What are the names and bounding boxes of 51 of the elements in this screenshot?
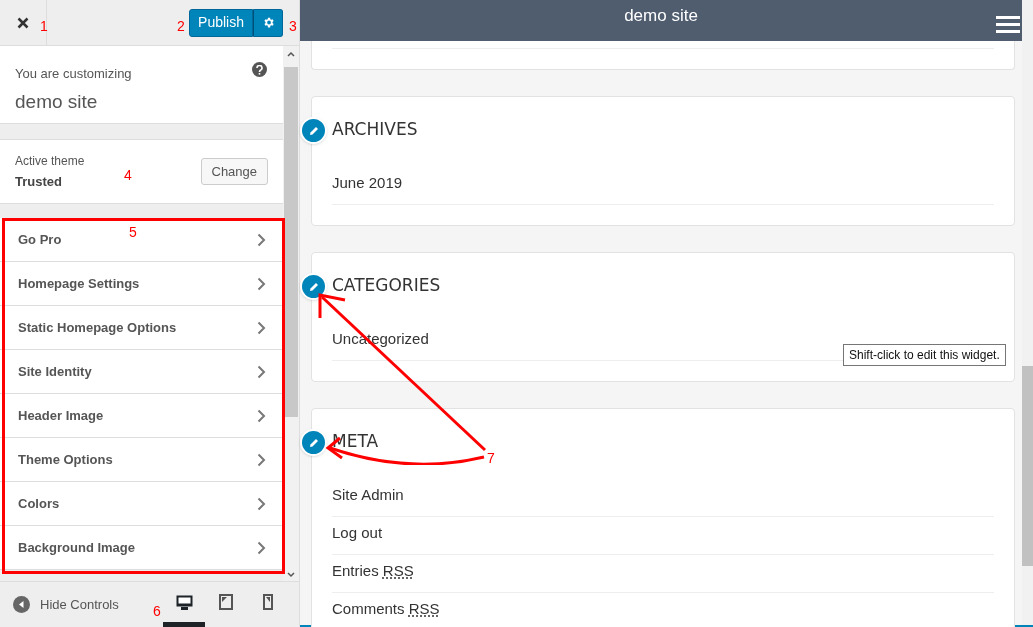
widget-link[interactable]: Entries RSS (332, 555, 994, 593)
publish-button[interactable]: Publish (189, 8, 253, 37)
help-icon[interactable] (252, 62, 268, 77)
chevron-right-icon (257, 276, 267, 291)
chevron-right-icon (257, 364, 267, 379)
chevron-right-icon (257, 408, 267, 423)
widget-title: ARCHIVES (332, 118, 419, 141)
chevron-right-icon (257, 452, 267, 467)
annotation-number: 1 (40, 17, 48, 36)
widget-link[interactable]: Log out (332, 517, 994, 555)
annotation-number: 5 (129, 223, 137, 242)
scroll-down-icon[interactable] (287, 572, 295, 578)
hide-controls-button[interactable]: Hide Controls (0, 594, 119, 615)
section-item[interactable]: Header Image (0, 394, 284, 438)
annotation-number: 7 (487, 449, 495, 468)
section-item[interactable]: Static Homepage Options (0, 306, 284, 350)
section-item[interactable]: Background Image (0, 526, 284, 570)
site-name: demo site (15, 89, 99, 114)
section-item[interactable]: Theme Options (0, 438, 284, 482)
edit-pencil-icon[interactable] (300, 117, 327, 144)
phone-icon (263, 594, 273, 610)
tablet-icon (219, 594, 233, 610)
widget-link[interactable]: June 2019 (332, 167, 994, 205)
widget-title: CATEGORIES (332, 274, 442, 297)
chevron-right-icon (257, 540, 267, 555)
edit-pencil-icon[interactable] (300, 429, 327, 456)
scroll-up-icon[interactable] (287, 51, 295, 57)
section-item[interactable]: Homepage Settings (0, 262, 284, 306)
preview-scrollbar[interactable] (1022, 0, 1033, 625)
menu-icon[interactable] (996, 16, 1020, 34)
annotation-number: 6 (153, 602, 161, 621)
site-title: demo site (624, 5, 698, 27)
widget-link[interactable]: Comments RSS (332, 593, 994, 627)
theme-name: Trusted (15, 172, 63, 191)
close-icon (17, 16, 29, 29)
desktop-icon (175, 594, 193, 610)
widget-link[interactable]: Site Admin (332, 479, 994, 517)
settings-button[interactable] (253, 8, 283, 37)
customizing-label: You are customizing (15, 65, 132, 83)
chevron-right-icon (257, 320, 267, 335)
annotation-number: 2 (177, 17, 185, 36)
change-theme-button[interactable]: Change (200, 158, 269, 185)
section-item[interactable]: Site Identity (0, 350, 284, 394)
annotation-number: 4 (124, 166, 132, 185)
section-item[interactable]: Colors (0, 482, 284, 526)
edit-pencil-icon[interactable] (300, 273, 327, 300)
active-theme-label: Active theme (15, 152, 85, 170)
chevron-right-icon (257, 232, 267, 247)
edit-widget-tooltip: Shift-click to edit this widget. (843, 344, 1006, 366)
annotation-number: 3 (289, 17, 297, 36)
chevron-right-icon (257, 496, 267, 511)
